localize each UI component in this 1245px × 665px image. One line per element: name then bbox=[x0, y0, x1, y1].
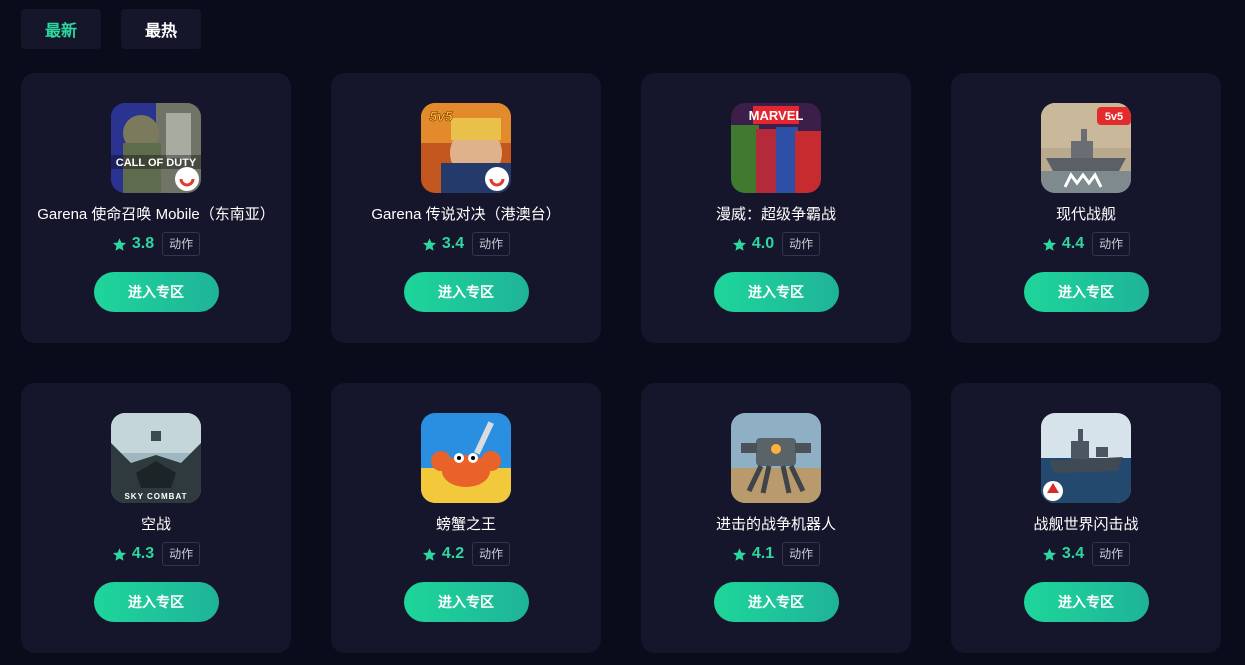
marvel-contest-icon[interactable]: MARVEL bbox=[731, 103, 821, 193]
game-meta: 4.0 动作 bbox=[732, 232, 821, 256]
star-icon bbox=[732, 237, 746, 251]
game-card[interactable]: 螃蟹之王 4.2 动作 进入专区 bbox=[331, 383, 601, 653]
call-of-duty-icon[interactable]: CALL OF DUTY bbox=[111, 103, 201, 193]
game-card[interactable]: 5v5 Garena 传说对决（港澳台） 3.4 动作 进入专区 bbox=[331, 73, 601, 343]
enter-zone-button[interactable]: 进入专区 bbox=[93, 272, 219, 312]
game-card[interactable]: SKY COMBAT 空战 4.3 动作 进入专区 bbox=[21, 383, 291, 653]
game-meta: 4.1 动作 bbox=[732, 542, 821, 566]
game-meta: 3.4 动作 bbox=[422, 232, 511, 256]
rating: 4.4 bbox=[1042, 235, 1084, 253]
game-meta: 3.8 动作 bbox=[112, 232, 201, 256]
enter-zone-button[interactable]: 进入专区 bbox=[93, 582, 219, 622]
icon-caption: CALL OF DUTY bbox=[116, 157, 197, 169]
genre-tag: 动作 bbox=[472, 232, 511, 256]
arena-of-valor-icon[interactable]: 5v5 bbox=[421, 103, 511, 193]
game-name: 现代战舰 bbox=[1055, 206, 1116, 223]
game-name: 漫威：超级争霸战 bbox=[715, 206, 836, 223]
modern-warships-icon[interactable]: 5v5 bbox=[1041, 103, 1131, 193]
game-card[interactable]: MARVEL 漫威：超级争霸战 4.0 动作 进入专区 bbox=[641, 73, 911, 343]
game-card[interactable]: CALL OF DUTY Garena 使命召唤 Mobile（东南亚） 3.8… bbox=[21, 73, 291, 343]
genre-tag: 动作 bbox=[782, 542, 821, 566]
game-name: Garena 使命召唤 Mobile（东南亚） bbox=[37, 206, 275, 223]
enter-zone-button[interactable]: 进入专区 bbox=[403, 272, 529, 312]
game-meta: 4.2 动作 bbox=[422, 542, 511, 566]
game-name: 空战 bbox=[140, 516, 171, 533]
star-icon bbox=[732, 547, 746, 561]
rating-value: 3.4 bbox=[441, 235, 465, 252]
rating-value: 4.2 bbox=[441, 545, 465, 562]
rating: 4.1 bbox=[732, 545, 774, 563]
rating-value: 4.0 bbox=[751, 235, 775, 252]
rating: 4.3 bbox=[112, 545, 154, 563]
game-grid: CALL OF DUTY Garena 使命召唤 Mobile（东南亚） 3.8… bbox=[21, 73, 1221, 653]
game-card[interactable]: 战舰世界闪击战 3.4 动作 进入专区 bbox=[951, 383, 1221, 653]
genre-tag: 动作 bbox=[782, 232, 821, 256]
game-meta: 4.4 动作 bbox=[1042, 232, 1131, 256]
genre-tag: 动作 bbox=[1092, 232, 1131, 256]
game-name: 进击的战争机器人 bbox=[715, 516, 836, 533]
genre-tag: 动作 bbox=[472, 542, 511, 566]
game-name: 战舰世界闪击战 bbox=[1033, 516, 1139, 533]
game-name: Garena 传说对决（港澳台） bbox=[371, 206, 561, 223]
genre-tag: 动作 bbox=[162, 232, 201, 256]
genre-tag: 动作 bbox=[162, 542, 201, 566]
icon-caption: 5v5 bbox=[1105, 111, 1123, 123]
game-card[interactable]: 5v5 现代战舰 4.4 动作 进入专区 bbox=[951, 73, 1221, 343]
star-icon bbox=[1042, 547, 1056, 561]
rating-value: 4.4 bbox=[1061, 235, 1085, 252]
rating: 4.2 bbox=[422, 545, 464, 563]
star-icon bbox=[422, 547, 436, 561]
enter-zone-button[interactable]: 进入专区 bbox=[713, 582, 839, 622]
rating: 3.4 bbox=[422, 235, 464, 253]
icon-caption: MARVEL bbox=[749, 108, 804, 123]
star-icon bbox=[422, 237, 436, 251]
rating: 3.8 bbox=[112, 235, 154, 253]
star-icon bbox=[112, 547, 126, 561]
star-icon bbox=[112, 237, 126, 251]
genre-tag: 动作 bbox=[1092, 542, 1131, 566]
world-of-warships-blitz-icon[interactable] bbox=[1041, 413, 1131, 503]
game-name: 螃蟹之王 bbox=[435, 516, 496, 533]
enter-zone-button[interactable]: 进入专区 bbox=[1023, 582, 1149, 622]
game-meta: 3.4 动作 bbox=[1042, 542, 1131, 566]
rating: 4.0 bbox=[732, 235, 774, 253]
tab-hottest[interactable]: 最热 bbox=[121, 9, 201, 49]
war-robots-icon[interactable] bbox=[731, 413, 821, 503]
enter-zone-button[interactable]: 进入专区 bbox=[713, 272, 839, 312]
king-of-crabs-icon[interactable] bbox=[421, 413, 511, 503]
sort-tabs: 最新 最热 bbox=[21, 9, 201, 49]
rating-value: 3.8 bbox=[131, 235, 155, 252]
star-icon bbox=[1042, 237, 1056, 251]
game-meta: 4.3 动作 bbox=[112, 542, 201, 566]
rating-value: 4.1 bbox=[751, 545, 775, 562]
rating: 3.4 bbox=[1042, 545, 1084, 563]
rating-value: 3.4 bbox=[1061, 545, 1085, 562]
tab-newest[interactable]: 最新 bbox=[21, 9, 101, 49]
sky-combat-icon[interactable]: SKY COMBAT bbox=[111, 413, 201, 503]
rating-value: 4.3 bbox=[131, 545, 155, 562]
icon-caption: 5v5 bbox=[429, 108, 453, 124]
enter-zone-button[interactable]: 进入专区 bbox=[1023, 272, 1149, 312]
icon-caption: SKY COMBAT bbox=[124, 492, 187, 501]
game-card[interactable]: 进击的战争机器人 4.1 动作 进入专区 bbox=[641, 383, 911, 653]
enter-zone-button[interactable]: 进入专区 bbox=[403, 582, 529, 622]
